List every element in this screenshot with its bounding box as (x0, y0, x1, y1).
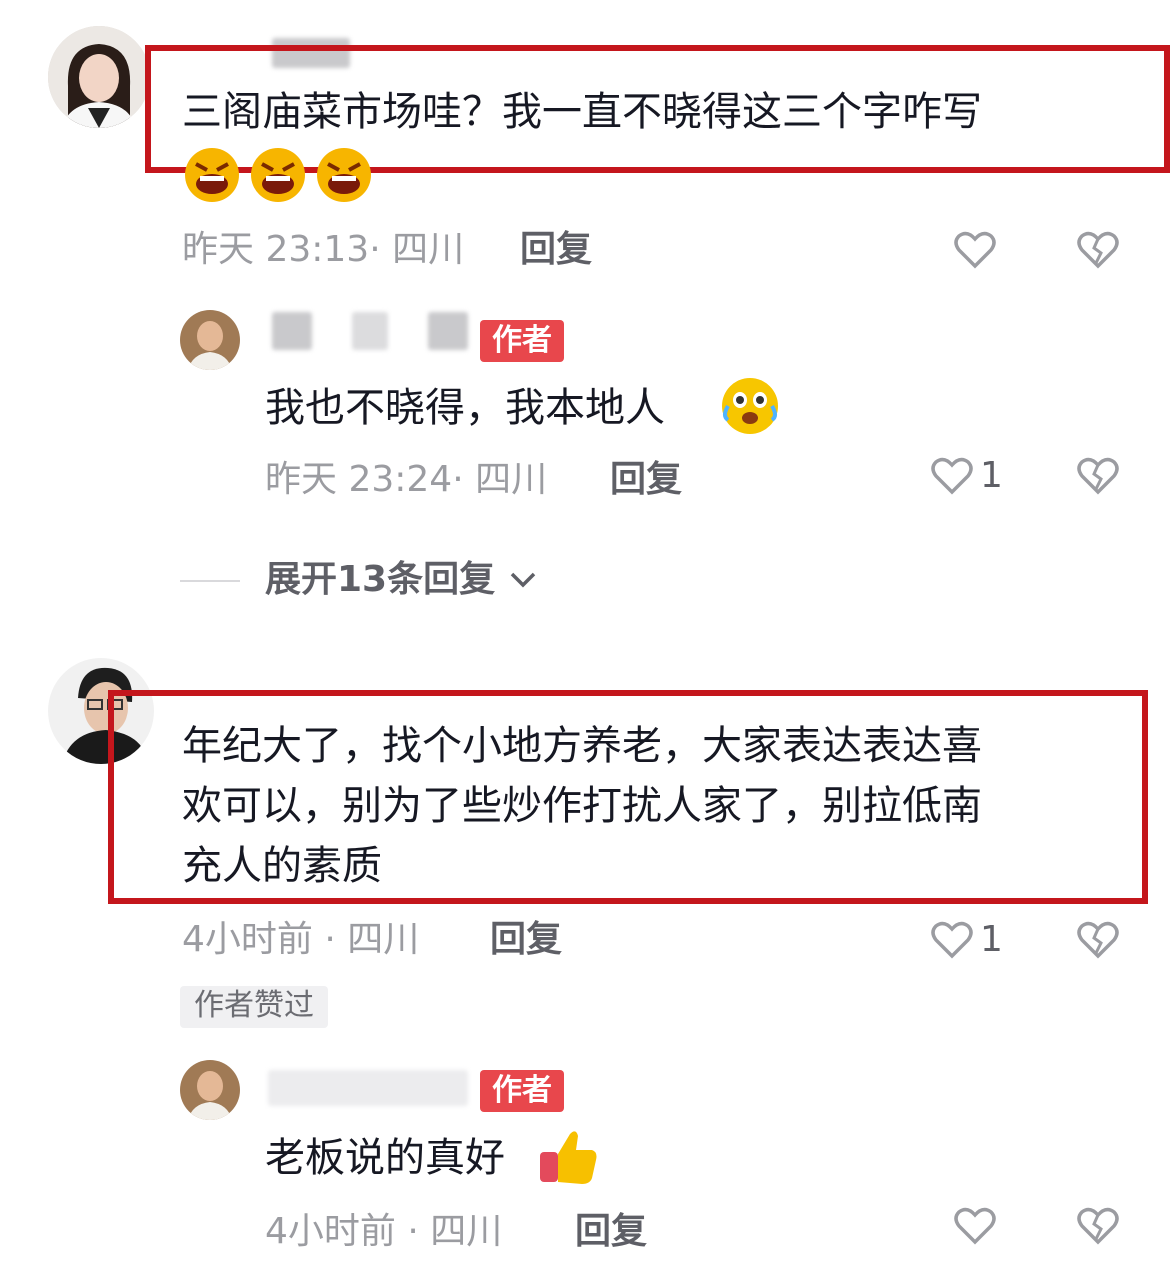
comment-meta: 4小时前 · 四川 (182, 919, 420, 960)
author-liked-badge: 作者赞过 (180, 986, 328, 1028)
like-count: 1 (980, 919, 1003, 960)
username-redacted (268, 1070, 468, 1106)
location: 四川 (430, 1211, 503, 1252)
angry-face-emoji (183, 146, 373, 204)
timestamp: 4小时前 (182, 919, 313, 960)
heart-icon[interactable] (953, 228, 997, 272)
expand-replies-button[interactable]: 展开13条回复 (265, 558, 538, 603)
crying-laughing-emoji (720, 376, 780, 436)
author-badge: 作者 (480, 1070, 564, 1112)
divider (180, 580, 240, 582)
reply-button[interactable]: 回复 (520, 228, 592, 272)
username-redacted (352, 312, 388, 350)
location: 四川 (347, 919, 420, 960)
heart-icon[interactable] (953, 1204, 997, 1248)
comment-meta: 昨天 23:24· 四川 (265, 459, 548, 500)
heart-icon[interactable] (930, 918, 974, 962)
comment-text: 老板说的真好 (265, 1135, 505, 1181)
timestamp: 昨天 23:13 (182, 229, 370, 270)
thumbs-up-emoji (538, 1126, 600, 1186)
dislike-icon[interactable] (1076, 228, 1120, 272)
avatar[interactable] (180, 310, 240, 370)
avatar[interactable] (48, 26, 150, 128)
timestamp: 昨天 23:24 (265, 459, 453, 500)
dislike-icon[interactable] (1076, 1204, 1120, 1248)
comment-text-line: 欢可以，别为了些炒作打扰人家了，别拉低南 (182, 783, 982, 829)
reply-button[interactable]: 回复 (490, 918, 562, 962)
username-redacted (428, 312, 468, 350)
comment-text-line: 充人的素质 (182, 843, 382, 889)
dislike-icon[interactable] (1076, 454, 1120, 498)
reply-button[interactable]: 回复 (610, 458, 682, 502)
chevron-down-icon (508, 559, 538, 603)
comment-text: 三阁庙菜市场哇？我一直不晓得这三个字咋写 (182, 89, 982, 135)
like-count: 1 (980, 455, 1003, 496)
author-badge: 作者 (480, 320, 564, 362)
location: 四川 (475, 459, 548, 500)
comment-text: 我也不晓得，我本地人 (265, 385, 665, 431)
comment-meta: 昨天 23:13· 四川 (182, 229, 465, 270)
timestamp: 4小时前 (265, 1211, 396, 1252)
dislike-icon[interactable] (1076, 918, 1120, 962)
avatar[interactable] (180, 1060, 240, 1120)
comment-meta: 4小时前 · 四川 (265, 1211, 503, 1252)
expand-replies-label: 展开13条回复 (265, 559, 496, 600)
reply-button[interactable]: 回复 (575, 1210, 647, 1254)
username-redacted (272, 312, 312, 350)
heart-icon[interactable] (930, 454, 974, 498)
comment-text-line: 年纪大了，找个小地方养老，大家表达表达喜 (182, 723, 982, 769)
location: 四川 (392, 229, 465, 270)
